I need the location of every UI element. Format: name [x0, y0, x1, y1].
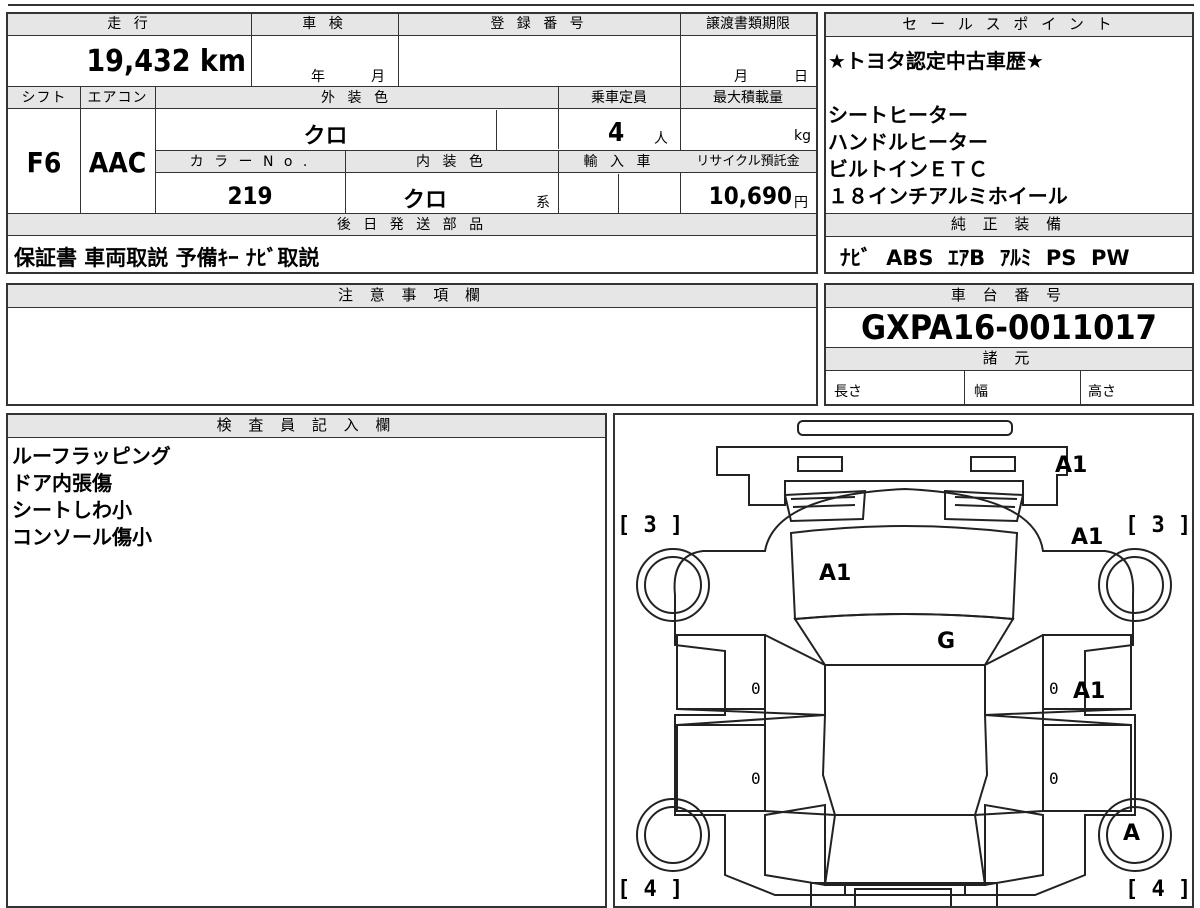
chassis-box: 車 台 番 号 GXPA16-0011017 諸 元 長さ 幅 高さ	[824, 283, 1194, 406]
capacity-value: 4	[608, 118, 625, 148]
chassis-number: GXPA16-0011017	[861, 308, 1157, 348]
inspector-line-1: ルーフラッピング	[12, 444, 171, 468]
sales-line-6: １８インチアルミホイール	[828, 184, 1068, 208]
inspector-box: 検 査 員 記 入 欄 ルーフラッピング ドア内張傷 シートしわ小 コンソール傷…	[6, 413, 607, 908]
mark-right-rear-wheel: A	[1123, 821, 1141, 846]
tire-score-rear-right: [ 4 ]	[1125, 877, 1192, 902]
standard-equipment-value: ﾅﾋﾞ ABS ｴｱB ｱﾙﾐ PS PW	[840, 246, 1130, 270]
mark-rear-right: A1	[1055, 453, 1088, 478]
capacity-label: 乗車定員	[591, 90, 647, 106]
standard-equipment-label: 純 正 装 備	[826, 214, 1192, 237]
car-diagram	[636, 420, 1172, 906]
sales-line-5: ビルトインＥＴＣ	[828, 157, 988, 181]
transfer-month-unit: 月	[734, 69, 748, 85]
notes-box: 注 意 事 項 欄	[6, 283, 818, 406]
tire-score-rear-left: [ 4 ]	[617, 877, 684, 902]
door-zero-left-front: 0	[751, 679, 761, 698]
registration-label: 登 録 番 号	[490, 16, 588, 32]
inspector-line-3: シートしわ小	[12, 498, 132, 522]
exterior-color-label: 外 装 色	[321, 90, 392, 106]
color-no-label: カ ラ ー N o .	[189, 154, 311, 170]
recycle-value: 10,690	[708, 182, 792, 210]
shift-value: F6	[26, 146, 62, 179]
top-strip	[8, 0, 1194, 6]
later-parts-value: 保証書 車両取説 予備ｷｰ ﾅﾋﾞ取説	[14, 246, 320, 270]
car-diagram-box: A1 A1 A1 G A1 A 0 0 0 0 [ 3 ] [ 3 ] [ 4 …	[613, 413, 1194, 908]
door-zero-left-rear: 0	[751, 769, 761, 788]
inspector-line-2: ドア内張傷	[12, 471, 112, 495]
door-zero-right-rear: 0	[1049, 769, 1059, 788]
transfer-day-unit: 日	[794, 69, 808, 85]
mileage-value: 19,432 km	[86, 44, 246, 79]
inspection-label: 車 検	[302, 16, 347, 32]
shift-label: シフト	[21, 90, 67, 106]
height-label: 高さ	[1088, 384, 1116, 400]
inspector-line-4: コンソール傷小	[12, 525, 152, 549]
sales-line-1: ★トヨタ認定中古車歴★	[828, 49, 1044, 73]
interior-color-unit: 系	[536, 195, 550, 211]
inspector-label: 検 査 員 記 入 欄	[8, 415, 605, 438]
width-label: 幅	[974, 384, 988, 400]
mileage-label: 走 行	[107, 16, 152, 32]
chassis-label: 車 台 番 号	[826, 285, 1192, 308]
vehicle-info-box: 走 行 車 検 登 録 番 号 譲渡書類期限 19,432 km 年 月 月 日…	[6, 12, 818, 274]
transfer-deadline-label: 譲渡書類期限	[706, 16, 790, 32]
capacity-unit: 人	[654, 131, 668, 147]
notes-label: 注 意 事 項 欄	[8, 285, 816, 308]
specs-label: 諸 元	[826, 348, 1192, 371]
mark-right-front-door: A1	[1073, 679, 1106, 704]
exterior-color-value: クロ	[303, 124, 348, 149]
tire-score-front-right: [ 3 ]	[1125, 513, 1192, 538]
interior-color-value: クロ	[402, 188, 447, 213]
inspection-month-unit: 月	[371, 69, 385, 85]
door-zero-right-front: 0	[1049, 679, 1059, 698]
length-label: 長さ	[834, 384, 862, 400]
recycle-unit: 円	[794, 195, 808, 211]
max-load-unit: kg	[794, 128, 811, 144]
sales-line-3: シートヒーター	[828, 103, 968, 127]
later-parts-label: 後 日 発 送 部 品	[336, 217, 488, 233]
mark-hood: A1	[819, 561, 852, 586]
tire-score-front-left: [ 3 ]	[617, 513, 684, 538]
sales-line-4: ハンドルヒーター	[828, 130, 988, 154]
color-no-value: 219	[227, 182, 273, 210]
import-label: 輸 入 車	[583, 154, 655, 170]
mark-right-front-fender: A1	[1071, 525, 1104, 550]
sales-points-label: セ ー ル ス ポ イ ン ト	[826, 14, 1192, 37]
mark-windshield: G	[937, 629, 956, 654]
interior-color-label: 内 装 色	[416, 154, 487, 170]
recycle-label: リサイクル預託金	[696, 154, 800, 169]
max-load-label: 最大積載量	[713, 90, 783, 106]
inspection-year-unit: 年	[311, 69, 325, 85]
aircon-value: AAC	[88, 146, 147, 179]
aircon-label: エアコン	[87, 90, 148, 106]
sales-points-box: セ ー ル ス ポ イ ン ト ★トヨタ認定中古車歴★ シートヒーター ハンドル…	[824, 12, 1194, 274]
